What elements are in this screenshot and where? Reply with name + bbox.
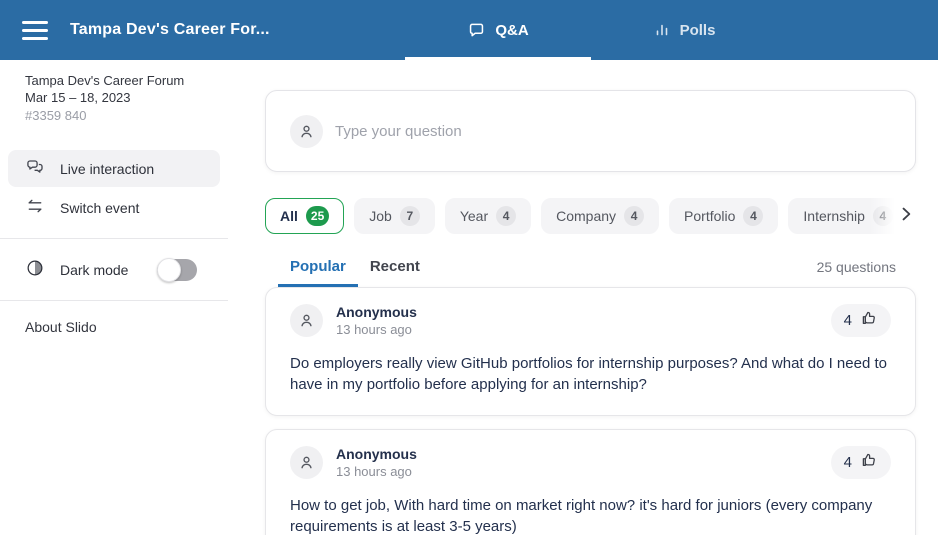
filter-chip-all[interactable]: All 25	[265, 198, 344, 234]
sidebar-event-name: Tampa Dev's Career Forum	[25, 72, 218, 89]
about-slido-link[interactable]: About Slido	[0, 313, 228, 341]
question-time: 13 hours ago	[336, 322, 417, 338]
person-icon	[290, 304, 323, 337]
chip-count-badge: 4	[743, 206, 763, 226]
sidebar-item-label: Live interaction	[60, 161, 154, 177]
chip-count-badge: 4	[496, 206, 516, 226]
upvote-count: 4	[844, 454, 852, 471]
chip-label: Year	[460, 208, 488, 224]
chip-count-badge: 4	[624, 206, 644, 226]
dark-mode-toggle[interactable]	[157, 259, 197, 281]
question-text: Do employers really view GitHub portfoli…	[290, 353, 891, 395]
question-author: Anonymous	[336, 304, 417, 321]
sidebar-item-live-interaction[interactable]: Live interaction	[8, 150, 220, 187]
sidebar-divider	[0, 238, 228, 239]
tab-polls-label: Polls	[680, 22, 716, 39]
sidebar-item-label: Switch event	[60, 200, 139, 216]
question-input[interactable]	[335, 123, 891, 140]
filter-chip-job[interactable]: Job 7	[354, 198, 435, 234]
sidebar-divider	[0, 300, 228, 301]
questions-list-header: Popular Recent 25 questions	[265, 252, 916, 287]
chip-count-badge: 25	[306, 206, 329, 226]
upvote-button[interactable]: 4	[831, 446, 891, 479]
tab-popular[interactable]: Popular	[278, 252, 358, 287]
chip-label: Company	[556, 208, 616, 224]
qa-icon	[467, 21, 486, 40]
chips-scroll-overlay	[870, 198, 916, 234]
thumbs-up-icon	[860, 309, 878, 332]
upvote-button[interactable]: 4	[831, 304, 891, 337]
person-icon	[290, 115, 323, 148]
tab-polls[interactable]: Polls	[591, 0, 777, 60]
thumbs-up-icon	[860, 451, 878, 474]
question-author: Anonymous	[336, 446, 417, 463]
question-count: 25 questions	[817, 259, 916, 287]
question-text: How to get job, With hard time on market…	[290, 495, 891, 535]
person-icon	[290, 446, 323, 479]
filter-chip-portfolio[interactable]: Portfolio 4	[669, 198, 778, 234]
chip-label: Internship	[803, 208, 864, 224]
top-tabs: Q&A Polls	[405, 0, 777, 60]
chip-label: All	[280, 208, 298, 224]
chip-label: Job	[369, 208, 392, 224]
question-composer	[265, 90, 916, 172]
qa-main: All 25 Job 7 Year 4 Company 4 Portfolio	[228, 60, 938, 535]
polls-icon	[653, 21, 671, 39]
dark-mode-row: Dark mode	[8, 251, 220, 288]
sidebar-item-switch-event[interactable]: Switch event	[8, 189, 220, 226]
dark-mode-label: Dark mode	[60, 262, 128, 278]
tab-qa-label: Q&A	[495, 22, 528, 39]
event-title: Tampa Dev's Career For...	[70, 21, 270, 39]
sidebar: Tampa Dev's Career Forum Mar 15 – 18, 20…	[0, 60, 228, 535]
hamburger-icon[interactable]	[22, 17, 48, 43]
sidebar-event-dates: Mar 15 – 18, 2023	[25, 89, 218, 106]
filter-chip-company[interactable]: Company 4	[541, 198, 659, 234]
chip-count-badge: 7	[400, 206, 420, 226]
switch-event-icon	[25, 196, 45, 219]
live-interaction-icon	[25, 157, 45, 180]
question-card: Anonymous 13 hours ago 4 How to get job,…	[265, 429, 916, 535]
dark-mode-icon	[25, 258, 45, 281]
tab-qa[interactable]: Q&A	[405, 0, 591, 60]
tab-recent[interactable]: Recent	[358, 252, 432, 287]
topic-filters: All 25 Job 7 Year 4 Company 4 Portfolio	[265, 198, 916, 234]
question-time: 13 hours ago	[336, 464, 417, 480]
top-bar: Tampa Dev's Career For... Q&A Polls	[0, 0, 938, 60]
sidebar-event-code: #3359 840	[25, 107, 218, 124]
filter-chip-year[interactable]: Year 4	[445, 198, 531, 234]
upvote-count: 4	[844, 312, 852, 329]
chip-label: Portfolio	[684, 208, 735, 224]
chevron-right-icon[interactable]	[896, 204, 916, 229]
question-card: Anonymous 13 hours ago 4 Do employers re…	[265, 287, 916, 416]
